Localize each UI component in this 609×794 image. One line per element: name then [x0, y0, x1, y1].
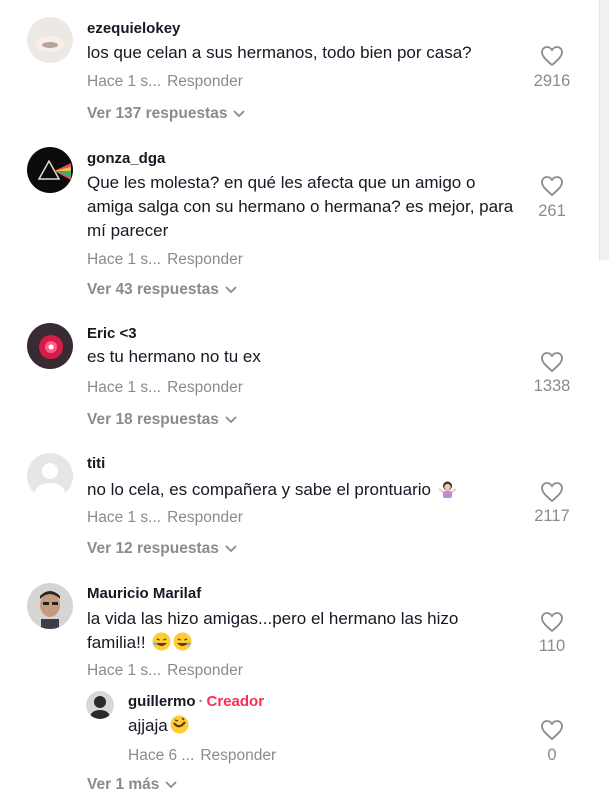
comment-time: Hace 1 s...: [87, 251, 162, 268]
rolling-laughing-emoji-icon: [170, 715, 189, 734]
avatar[interactable]: [27, 147, 73, 193]
comment-text-content: no lo cela, es compañera y sabe el pront…: [87, 480, 431, 499]
creator-badge: Creador: [206, 693, 265, 710]
comment-text: no lo cela, es compañera y sabe el pront…: [87, 478, 527, 502]
comment-meta: Hace 1 s... Responder: [87, 662, 243, 680]
comment-username[interactable]: gonza_dga: [87, 150, 165, 167]
comment-text-content: la vida las hizo amigas...pero el herman…: [87, 609, 459, 652]
comment-time: Hace 1 s...: [87, 379, 162, 396]
heart-icon[interactable]: [540, 481, 564, 503]
avatar[interactable]: [27, 453, 73, 499]
view-replies-label: Ver 18 respuestas: [87, 411, 219, 429]
comment-text: Que les molesta? en qué les afecta que u…: [87, 173, 514, 240]
heart-icon[interactable]: [540, 611, 564, 633]
like-count: 2117: [534, 507, 570, 525]
reply-text: ajjaja: [128, 714, 568, 738]
reply-button[interactable]: Responder: [167, 251, 243, 268]
view-replies-button[interactable]: Ver 137 respuestas: [87, 105, 246, 123]
reply-meta: Hace 6 ... Responder: [128, 747, 276, 765]
comment-meta: Hace 1 s... Responder: [87, 251, 243, 269]
view-replies-button[interactable]: Ver 18 respuestas: [87, 411, 237, 429]
avatar[interactable]: [27, 583, 73, 629]
like-count: 261: [538, 202, 566, 220]
view-more-button[interactable]: Ver 1 más: [87, 776, 178, 794]
like-count: 1338: [533, 377, 571, 395]
reply-button[interactable]: Responder: [167, 509, 243, 526]
chevron-down-icon: [233, 105, 246, 123]
separator-dot: ·: [198, 693, 204, 710]
comment-text: es tu hermano no tu ex: [87, 347, 261, 366]
chevron-down-icon: [225, 411, 237, 429]
woman-shrugging-emoji-icon: [438, 479, 457, 498]
comment-text: los que celan a sus hermanos, todo bien …: [87, 43, 472, 62]
like-count: 0: [547, 746, 557, 764]
reply-header: guillermo · Creador: [128, 693, 264, 710]
like-count: 110: [538, 637, 566, 655]
comment-username[interactable]: Mauricio Marilaf: [87, 585, 201, 602]
heart-icon[interactable]: [540, 719, 564, 741]
heart-icon[interactable]: [540, 175, 564, 197]
comment-meta: Hace 1 s... Responder: [87, 509, 243, 527]
view-replies-label: Ver 12 respuestas: [87, 540, 219, 558]
chevron-down-icon: [225, 281, 237, 299]
view-replies-button[interactable]: Ver 12 respuestas: [87, 540, 237, 558]
reply-username[interactable]: guillermo: [128, 693, 196, 710]
comment-meta: Hace 1 s... Responder: [87, 73, 243, 91]
reply-button[interactable]: Responder: [200, 747, 276, 764]
comment-time: Hace 1 s...: [87, 509, 162, 526]
view-replies-label: Ver 43 respuestas: [87, 281, 219, 299]
avatar[interactable]: [27, 17, 73, 63]
comment-username[interactable]: Eric <3: [87, 325, 137, 342]
comment-text: la vida las hizo amigas...pero el herman…: [87, 607, 517, 655]
like-count: 2916: [533, 72, 571, 90]
scrollbar[interactable]: [599, 0, 609, 260]
reply-text-content: ajjaja: [128, 716, 168, 735]
reply-time: Hace 6 ...: [128, 747, 195, 764]
grinning-sweat-emoji-icon: [173, 632, 192, 651]
comment-time: Hace 1 s...: [87, 73, 162, 90]
avatar[interactable]: [27, 323, 73, 369]
comment-time: Hace 1 s...: [87, 662, 162, 679]
reply-button[interactable]: Responder: [167, 73, 243, 90]
view-replies-button[interactable]: Ver 43 respuestas: [87, 281, 237, 299]
view-replies-label: Ver 137 respuestas: [87, 105, 228, 123]
grinning-sweat-emoji-icon: [152, 632, 171, 651]
avatar[interactable]: [86, 691, 114, 719]
reply-button[interactable]: Responder: [167, 379, 243, 396]
heart-icon[interactable]: [540, 351, 564, 373]
comment-username[interactable]: ezequielokey: [87, 20, 180, 37]
reply-button[interactable]: Responder: [167, 662, 243, 679]
heart-icon[interactable]: [540, 45, 564, 67]
chevron-down-icon: [165, 776, 178, 794]
comment-username[interactable]: titi: [87, 455, 105, 472]
comment-meta: Hace 1 s... Responder: [87, 379, 243, 397]
chevron-down-icon: [225, 540, 237, 558]
